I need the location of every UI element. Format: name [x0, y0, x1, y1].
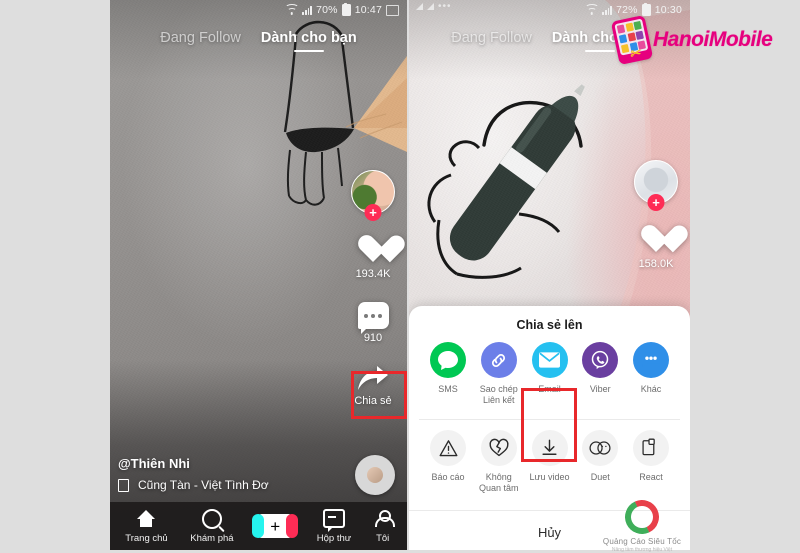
- hanoimobile-watermark: ✂ HanoiMobile: [610, 14, 773, 66]
- highlight-box-share: [351, 371, 407, 419]
- music-disc[interactable]: [355, 455, 395, 495]
- like-button[interactable]: 193.4K: [356, 236, 391, 280]
- email-icon: [531, 342, 568, 378]
- share-option-label: Duet: [590, 471, 610, 482]
- heart-icon: [357, 236, 389, 265]
- create-plus-glyph: +: [264, 514, 287, 538]
- link-icon: [480, 342, 517, 378]
- react-icon: [633, 429, 669, 466]
- left-phone-screen: 70% 10:47 Đang Follow Dành cho bạn + 193…: [110, 0, 407, 550]
- share-option-not-interested[interactable]: Không Quan tâm: [474, 429, 524, 495]
- phone-logo-icon: ✂: [610, 14, 654, 66]
- share-option-label: SMS: [438, 384, 458, 394]
- clock-time: 10:30: [654, 4, 682, 16]
- left-status-bar: 70% 10:47: [110, 0, 407, 20]
- battery-percent: 70%: [316, 4, 338, 16]
- share-option-react[interactable]: React: [626, 429, 676, 495]
- share-option-copy-link[interactable]: Sao chép Liên kết: [474, 342, 524, 407]
- create-icon: +: [252, 514, 299, 538]
- share-option-label: Báo cáo: [431, 471, 465, 482]
- music-row[interactable]: Cũng Tàn - Việt Tình Đơ: [118, 478, 269, 492]
- clock-time: 10:47: [354, 4, 382, 16]
- share-option-label: Khác: [640, 384, 662, 394]
- avatar[interactable]: +: [634, 160, 678, 211]
- battery-percent: 72%: [616, 4, 638, 16]
- tab-for-you[interactable]: Dành cho bạn: [261, 30, 357, 52]
- warning-triangle-icon: [430, 429, 466, 466]
- share-option-label: Sao chép Liên kết: [479, 384, 518, 406]
- like-button[interactable]: 158.0K: [639, 226, 674, 270]
- duet-icon: [582, 429, 619, 466]
- highlight-box-save-video: [521, 388, 577, 462]
- profile-icon: [374, 509, 395, 529]
- inbox-icon: [322, 509, 345, 532]
- tab-following[interactable]: Đang Follow: [451, 30, 532, 52]
- username[interactable]: @Thiên Nhi: [118, 456, 269, 471]
- nav-item-inbox[interactable]: Hộp thư: [317, 509, 351, 544]
- nav-label-profile: Tôi: [376, 532, 390, 544]
- quangcao-watermark: Quảng Cáo Siêu Tốc Nâng tầm thương hiệu …: [592, 500, 692, 553]
- share-option-label: Lưu video: [529, 471, 570, 482]
- comment-icon: [357, 302, 389, 334]
- nav-item-create[interactable]: +: [252, 514, 299, 538]
- share-option-report[interactable]: Báo cáo: [423, 429, 473, 495]
- like-count: 158.0K: [638, 258, 674, 270]
- hanoimobile-wordmark: HanoiMobile: [653, 28, 773, 51]
- music-note-icon: [118, 478, 129, 492]
- music-title: Cũng Tàn - Việt Tình Đơ: [138, 478, 269, 492]
- nav-item-profile[interactable]: Tôi: [374, 509, 395, 544]
- right-action-rail: + 158.0K: [634, 160, 678, 270]
- sms-icon: [430, 342, 466, 378]
- like-count: 193.4K: [355, 268, 391, 280]
- left-feed-tabs: Đang Follow Dành cho bạn: [110, 30, 407, 52]
- signal-bars-icon: [601, 5, 613, 15]
- left-caption: @Thiên Nhi Cũng Tàn - Việt Tình Đơ: [118, 456, 269, 492]
- heart-icon: [640, 226, 672, 255]
- share-option-label: React: [639, 471, 663, 482]
- battery-icon: [641, 2, 651, 16]
- battery-icon: [341, 2, 351, 16]
- share-sheet-title: Chia sẻ lên: [516, 318, 583, 332]
- share-option-viber[interactable]: Viber: [575, 342, 625, 407]
- avatar[interactable]: +: [351, 170, 395, 221]
- right-phone-screen: ••• 72% 10:30 Đang Follow Dành cho bạn +…: [409, 0, 690, 550]
- share-option-label: Viber: [589, 384, 611, 394]
- broken-heart-icon: [480, 429, 517, 466]
- notification-icons: •••: [416, 1, 452, 11]
- nav-label-inbox: Hộp thư: [316, 532, 352, 544]
- share-option-label: Không Quan tâm: [478, 471, 519, 493]
- tab-following[interactable]: Đang Follow: [160, 30, 241, 52]
- left-bottom-nav: Trang chủ Khám phá + Hộp thư Tôi: [110, 502, 407, 550]
- search-icon: [201, 508, 222, 529]
- follow-plus-icon[interactable]: +: [364, 204, 382, 221]
- share-option-sms[interactable]: SMS: [423, 342, 473, 407]
- wifi-icon: [584, 3, 599, 15]
- quangcao-title: Quảng Cáo Siêu Tốc: [602, 537, 682, 546]
- swirl-logo-icon: [625, 500, 659, 534]
- nav-label-home: Trang chủ: [125, 532, 168, 544]
- viber-icon: [582, 342, 619, 378]
- nav-item-home[interactable]: Trang chủ: [125, 509, 168, 544]
- right-status-bar: ••• 72% 10:30: [409, 0, 690, 20]
- screenshot-icon: [386, 4, 399, 16]
- comment-button[interactable]: 910: [357, 302, 389, 344]
- wifi-icon: [284, 3, 299, 15]
- signal-bars-icon: [301, 5, 313, 15]
- quangcao-subtitle: Nâng tầm thương hiệu Việt: [611, 547, 673, 553]
- share-option-other[interactable]: Khác: [626, 342, 676, 407]
- home-icon: [136, 509, 156, 529]
- share-option-duet[interactable]: Duet: [575, 429, 625, 495]
- more-dots-icon: [633, 342, 669, 378]
- nav-label-discover: Khám phá: [190, 532, 234, 544]
- follow-plus-icon[interactable]: +: [647, 194, 665, 211]
- screenshot-canvas: 70% 10:47 Đang Follow Dành cho bạn + 193…: [0, 0, 800, 553]
- nav-item-discover[interactable]: Khám phá: [190, 508, 234, 544]
